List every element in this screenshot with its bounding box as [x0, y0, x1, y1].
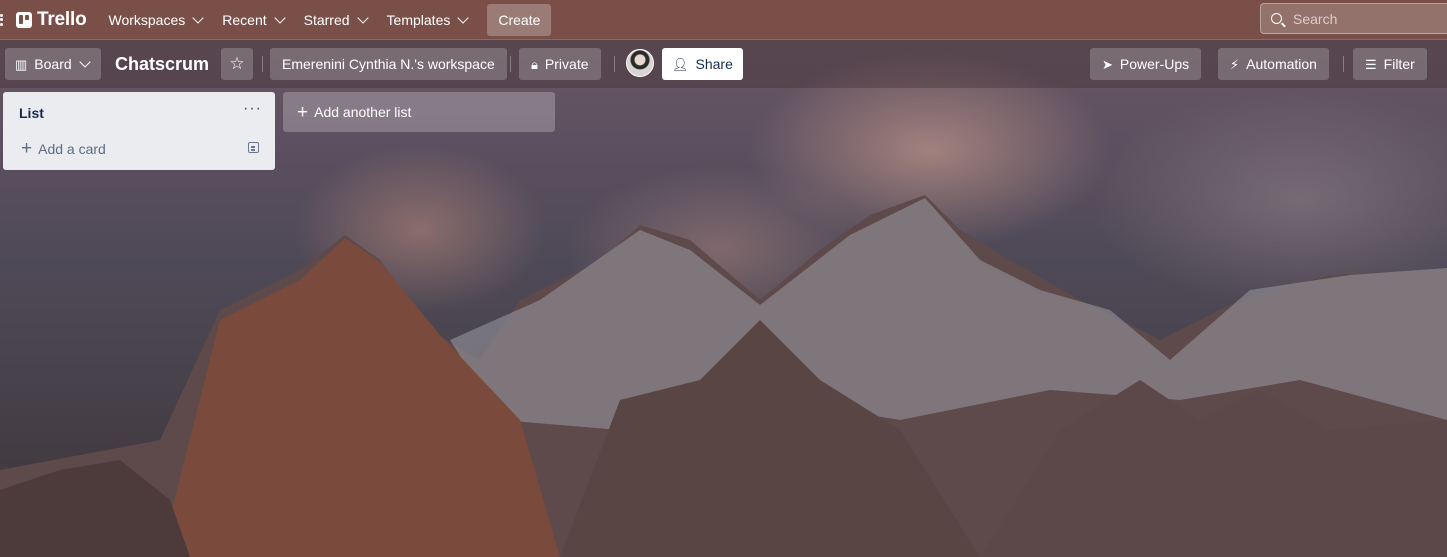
workspace-button[interactable]: Emerenini Cynthia N.'s workspace	[270, 48, 507, 80]
divider	[262, 56, 263, 72]
nav-recent-label: Recent	[222, 11, 267, 28]
lock-icon: 🔒︎	[531, 56, 538, 72]
search-box[interactable]	[1260, 3, 1447, 34]
nav-workspaces[interactable]: Workspaces	[100, 4, 210, 36]
app-switcher-icon[interactable]	[0, 12, 8, 28]
nav-templates[interactable]: Templates	[379, 4, 476, 36]
board-view-icon: ▥	[15, 56, 28, 72]
star-icon: ☆	[229, 54, 245, 73]
list-column: List ··· + Add a card	[3, 92, 275, 170]
top-nav: Trello Workspaces Recent Starred Templat…	[0, 0, 1447, 40]
filter-label: Filter	[1383, 56, 1415, 72]
brand-name: Trello	[37, 8, 87, 30]
automation-button[interactable]: ⚡︎ Automation	[1218, 48, 1329, 80]
nav-workspaces-label: Workspaces	[108, 11, 186, 28]
card-template-icon[interactable]	[248, 142, 259, 153]
add-list-button[interactable]: + Add another list	[283, 92, 555, 132]
nav-starred-label: Starred	[303, 11, 350, 28]
board-title[interactable]: Chatscrum	[115, 54, 209, 75]
nav-starred[interactable]: Starred	[296, 4, 375, 36]
workspace-label: Emerenini Cynthia N.'s workspace	[282, 56, 495, 72]
search-icon	[1271, 13, 1282, 24]
list-title[interactable]: List	[19, 105, 44, 121]
star-board-button[interactable]: ☆	[221, 48, 253, 80]
add-list-label: Add another list	[314, 104, 412, 120]
search-input[interactable]	[1293, 10, 1443, 27]
trello-mark-icon	[16, 11, 32, 28]
chevron-down-icon	[273, 11, 286, 24]
more-horizontal-icon[interactable]: ···	[243, 100, 262, 118]
divider	[510, 56, 511, 72]
automation-label: Automation	[1246, 56, 1317, 72]
power-ups-button[interactable]: ➤ Power-Ups	[1090, 48, 1202, 80]
trello-logo[interactable]: Trello	[16, 8, 87, 31]
plus-icon: +	[297, 101, 309, 123]
share-button[interactable]: 👤︎ Share	[662, 48, 743, 80]
rocket-icon: ➤	[1102, 56, 1113, 72]
share-label: Share	[695, 56, 733, 72]
add-card-label: Add a card	[38, 140, 106, 157]
chevron-down-icon	[192, 11, 204, 24]
filter-button[interactable]: ☰ Filter	[1353, 48, 1427, 80]
divider	[1343, 56, 1344, 72]
lightning-icon: ⚡︎	[1230, 56, 1240, 72]
nav-templates-label: Templates	[386, 11, 451, 28]
add-card-button[interactable]: + Add a card	[21, 139, 106, 158]
board-view-label: Board	[34, 56, 72, 72]
add-member-icon: 👤︎	[672, 56, 689, 72]
filter-icon: ☰	[1365, 56, 1377, 72]
power-ups-label: Power-Ups	[1119, 56, 1190, 72]
chevron-down-icon	[457, 11, 470, 24]
nav-recent[interactable]: Recent	[214, 4, 291, 36]
chevron-down-icon	[356, 11, 369, 24]
visibility-label: Private	[544, 56, 589, 72]
board-view-switcher[interactable]: ▥ Board	[5, 48, 101, 80]
divider	[614, 56, 615, 72]
plus-icon: +	[21, 138, 33, 159]
create-button[interactable]: Create	[487, 3, 552, 36]
member-avatar[interactable]	[626, 49, 654, 77]
visibility-button[interactable]: 🔒︎ Private	[519, 48, 601, 80]
chevron-down-icon	[78, 56, 91, 68]
